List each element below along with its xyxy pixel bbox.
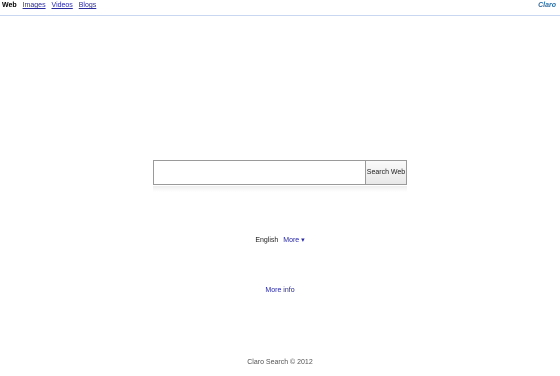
top-navigation-bar: Web Images Videos Blogs Claro bbox=[0, 0, 560, 16]
language-more-label: More bbox=[283, 237, 300, 244]
search-form: Search Web bbox=[153, 160, 407, 185]
tab-blogs[interactable]: Blogs bbox=[79, 2, 97, 9]
more-info-link[interactable]: More info bbox=[265, 287, 294, 294]
language-more-button[interactable]: More ▾ bbox=[283, 237, 304, 244]
more-info-section: More info bbox=[0, 287, 560, 294]
language-current: English bbox=[255, 237, 279, 244]
search-box-shadow bbox=[153, 186, 407, 192]
tab-web[interactable]: Web bbox=[2, 2, 17, 9]
search-input[interactable] bbox=[153, 160, 365, 185]
language-selector: English More ▾ bbox=[0, 236, 560, 244]
footer-copyright: Claro Search © 2012 bbox=[247, 359, 313, 366]
triangle-down-icon: ▾ bbox=[301, 237, 305, 244]
search-web-button[interactable]: Search Web bbox=[365, 160, 407, 185]
brand-logo[interactable]: Claro bbox=[538, 2, 556, 9]
tab-videos[interactable]: Videos bbox=[52, 2, 73, 9]
tab-images[interactable]: Images bbox=[23, 2, 46, 9]
search-vertical-tabs: Web Images Videos Blogs bbox=[2, 2, 100, 9]
